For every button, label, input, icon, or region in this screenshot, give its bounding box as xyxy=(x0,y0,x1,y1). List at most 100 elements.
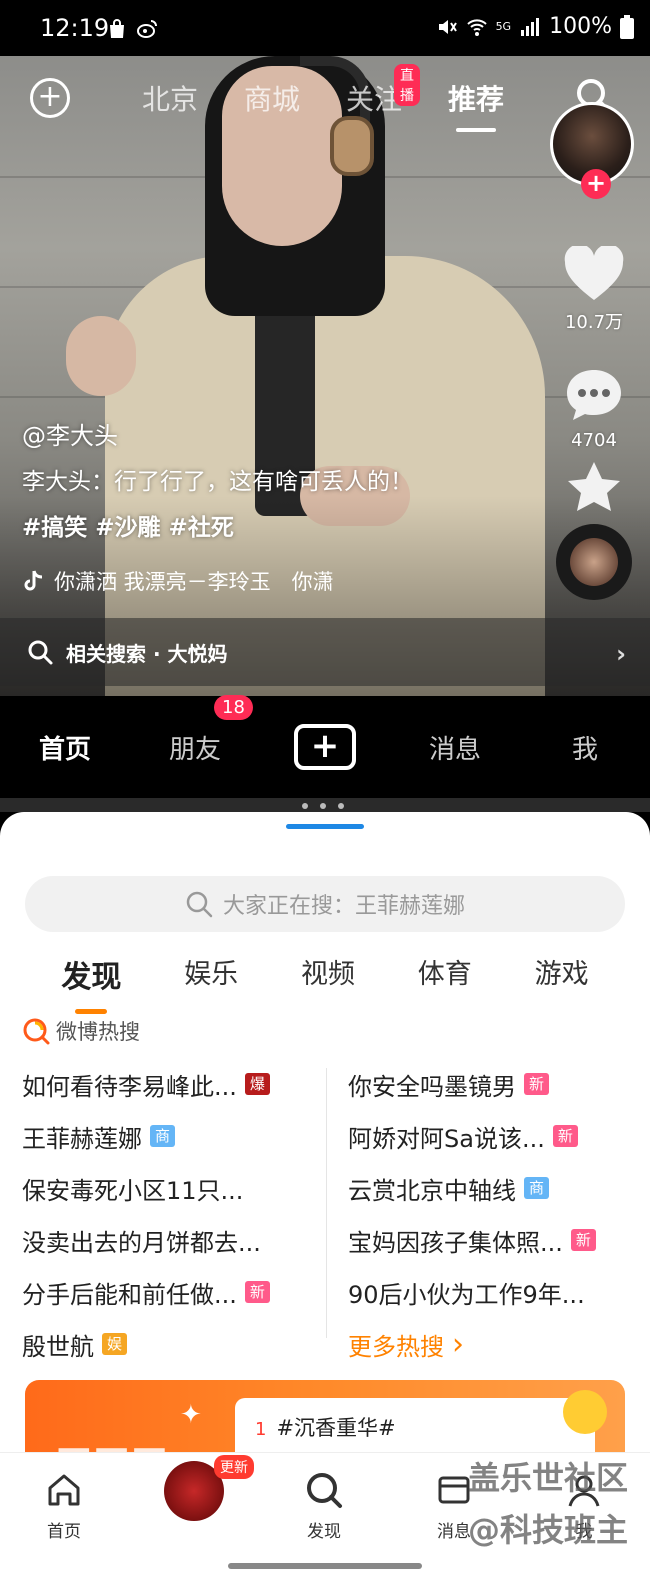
hot-search-tag: 爆 xyxy=(244,1073,270,1095)
hot-search-item[interactable]: 云赏北京中轴线商 xyxy=(348,1162,638,1214)
hot-search-item[interactable]: 如何看待李易峰此... 爆 xyxy=(22,1058,312,1110)
banner-rank: 1 xyxy=(255,1419,267,1440)
battery-icon xyxy=(620,14,634,39)
hot-search-text: 如何看待李易峰此... xyxy=(22,1072,237,1101)
hot-search-tag: 商 xyxy=(524,1177,550,1199)
related-search-bar[interactable]: 相关搜索 · 大悦妈 › xyxy=(0,618,650,686)
watermark-line-2: @科技班主 xyxy=(467,1511,628,1549)
chevron-right-icon: › xyxy=(452,1326,464,1362)
favorite-button[interactable] xyxy=(556,458,632,520)
heart-icon xyxy=(564,244,624,300)
hot-search-tag: 娱 xyxy=(102,1333,128,1355)
video-hashtags[interactable]: #搞笑 #沙雕 #社死 xyxy=(22,508,234,542)
nav-home[interactable]: 首页 xyxy=(0,729,130,766)
wb-nav-discover-label: 发现 xyxy=(307,1522,341,1542)
tab-recommend[interactable]: 推荐 xyxy=(448,78,504,132)
comment-icon xyxy=(567,370,621,420)
sparkle-icon: ✦ xyxy=(180,1400,202,1430)
nav-create[interactable]: + xyxy=(260,724,390,770)
follow-plus-icon[interactable]: + xyxy=(581,169,611,199)
hot-search-text: 云赏北京中轴线 xyxy=(348,1176,516,1205)
music-disc[interactable] xyxy=(556,524,632,600)
search-input[interactable]: 大家正在搜：王菲赫莲娜 xyxy=(25,876,625,932)
split-handle-dots[interactable] xyxy=(302,803,344,809)
hot-search-text: 殷世航 xyxy=(22,1332,94,1361)
nav-messages[interactable]: 消息 xyxy=(390,729,520,766)
music-title: 你潇洒 我漂亮－李玲玉 你潇 xyxy=(54,570,334,594)
wb-nav-home-label: 首页 xyxy=(47,1522,81,1542)
video-player[interactable]: + 北京 商城 关注 直播 推荐 + 10.7万 4704 @李大头 李大头：行了… xyxy=(0,56,650,696)
hot-search-item[interactable]: 保安毒死小区11只... xyxy=(22,1162,312,1214)
weibo-bottom-nav: 首页 更新 发现 消息 我 盖乐世社区 @科技班主 xyxy=(0,1452,650,1589)
star-icon xyxy=(568,462,620,511)
tab-discover[interactable]: 发现 xyxy=(51,944,131,1014)
nav-me[interactable]: 我 xyxy=(520,729,650,766)
nav-friends[interactable]: 朋友 18 xyxy=(130,694,260,766)
hot-search-tag: 新 xyxy=(524,1073,550,1095)
weibo-tabs: 发现 娱乐 视频 体育 游戏 xyxy=(0,944,650,1014)
douyin-bottom-nav: 首页 朋友 18 + 消息 我 xyxy=(0,694,650,798)
hot-search-item[interactable]: 阿娇对阿Sa说该... 新 xyxy=(348,1110,638,1162)
like-button[interactable]: 10.7万 xyxy=(556,244,632,334)
search-icon xyxy=(186,891,213,918)
wb-nav-promo[interactable]: 更新 xyxy=(144,1455,254,1521)
hot-search-item[interactable]: 王菲赫莲娜商 xyxy=(22,1110,312,1162)
tab-entertainment[interactable]: 娱乐 xyxy=(174,944,248,1004)
smile-emoji-icon xyxy=(563,1390,607,1434)
chevron-right-icon: › xyxy=(616,640,626,668)
author-avatar[interactable]: + xyxy=(550,102,634,199)
promo-avatar: 更新 xyxy=(164,1455,254,1521)
hot-search-text: 王菲赫莲娜 xyxy=(22,1124,142,1153)
like-count: 10.7万 xyxy=(564,312,624,333)
more-hot-search-label: 更多热搜 xyxy=(348,1332,444,1361)
network-type: 5G xyxy=(495,20,512,33)
comment-button[interactable]: 4704 xyxy=(556,366,632,451)
hot-search-item[interactable]: 宝妈因孩子集体照... 新 xyxy=(348,1214,638,1266)
video-description: 李大头：行了行了，这有啥可丢人的！ xyxy=(22,469,413,495)
hot-search-item[interactable]: 没卖出去的月饼都去... xyxy=(22,1214,312,1266)
tab-mall[interactable]: 商城 xyxy=(244,78,300,118)
hot-search-text: 阿娇对阿Sa说该... xyxy=(348,1124,545,1153)
drag-handle[interactable] xyxy=(286,824,364,829)
music-info[interactable]: 你潇洒 我漂亮－李玲玉 你潇 xyxy=(22,566,334,596)
battery-percent: 100% xyxy=(549,14,612,39)
watermark-line-1: 盖乐世社区 xyxy=(467,1459,628,1497)
weibo-icon xyxy=(137,20,157,38)
add-icon[interactable]: + xyxy=(30,78,70,118)
search-placeholder: 大家正在搜：王菲赫莲娜 xyxy=(222,894,465,919)
banner-topic: #沉香重华# xyxy=(276,1416,396,1440)
signal-icon xyxy=(521,17,540,36)
create-plus-icon: + xyxy=(294,724,356,770)
wb-nav-home[interactable]: 首页 xyxy=(14,1467,114,1542)
tab-video[interactable]: 视频 xyxy=(291,944,365,1004)
hot-search-item[interactable]: 殷世航娱 xyxy=(22,1318,312,1370)
tab-beijing[interactable]: 北京 xyxy=(142,78,198,118)
update-badge: 更新 xyxy=(214,1455,254,1479)
tab-following[interactable]: 关注 直播 xyxy=(346,64,421,118)
status-time: 12:19 xyxy=(40,14,110,42)
hot-search-text: 保安毒死小区11只... xyxy=(22,1176,244,1205)
tab-games[interactable]: 游戏 xyxy=(525,944,599,1004)
hot-search-item[interactable]: 90后小伙为工作9年... xyxy=(348,1266,638,1318)
discover-search-icon xyxy=(307,1473,342,1508)
hot-search-tag: 商 xyxy=(150,1125,176,1147)
douyin-note-icon xyxy=(24,570,43,591)
more-hot-search-link[interactable]: 更多热搜 › xyxy=(348,1318,638,1370)
hot-search-title: 微博热搜 xyxy=(56,1020,140,1044)
hot-search-text: 分手后能和前任做... xyxy=(22,1280,237,1309)
hot-search-text: 你安全吗墨镜男 xyxy=(348,1072,516,1101)
comment-count: 4704 xyxy=(571,430,617,451)
hot-search-text: 90后小伙为工作9年... xyxy=(348,1280,585,1309)
shopping-bag-icon xyxy=(110,19,124,38)
tab-sports[interactable]: 体育 xyxy=(408,944,482,1004)
hot-search-tag: 新 xyxy=(552,1125,578,1147)
home-indicator[interactable] xyxy=(228,1563,422,1569)
friends-badge: 18 xyxy=(214,694,253,720)
weibo-panel: 大家正在搜：王菲赫莲娜 发现 娱乐 视频 体育 游戏 微博热搜 如何看待李易峰此… xyxy=(0,812,650,1589)
hot-search-item[interactable]: 你安全吗墨镜男新 xyxy=(348,1058,638,1110)
author-name[interactable]: @李大头 xyxy=(22,416,118,451)
hot-search-item[interactable]: 分手后能和前任做... 新 xyxy=(22,1266,312,1318)
hot-search-tag: 新 xyxy=(244,1281,270,1303)
wb-nav-discover[interactable]: 发现 xyxy=(274,1467,374,1542)
wifi-icon xyxy=(466,18,487,36)
